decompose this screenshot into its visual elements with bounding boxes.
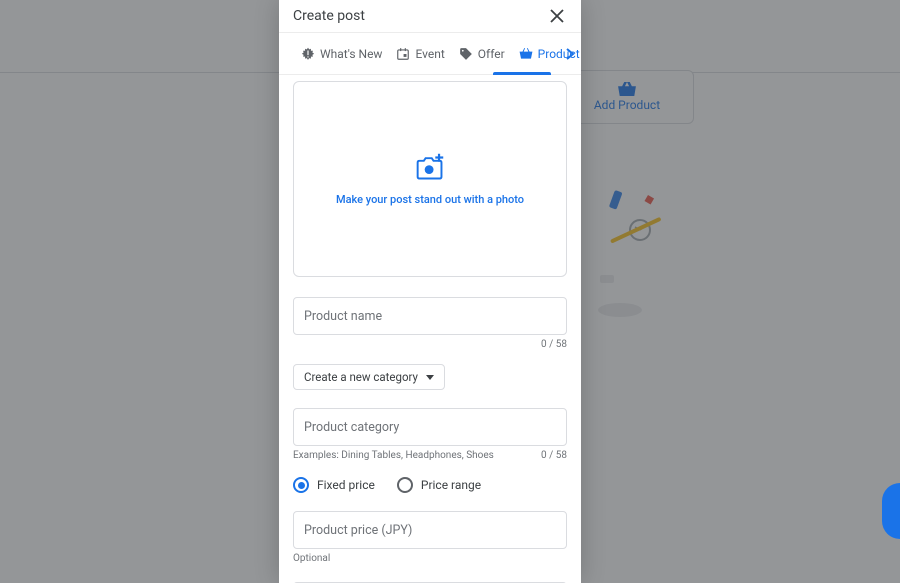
close-button[interactable] <box>547 6 567 26</box>
category-counter: 0 / 58 <box>541 450 567 461</box>
placeholder-text: Product category <box>304 420 399 435</box>
close-icon <box>550 9 564 23</box>
price-helper: Optional <box>293 553 567 564</box>
category-dropdown[interactable]: Create a new category <box>293 364 445 390</box>
optional-label: Optional <box>293 553 330 564</box>
radio-fixed-price[interactable]: Fixed price <box>293 477 375 493</box>
burst-icon <box>301 47 315 61</box>
radio-price-range[interactable]: Price range <box>397 477 481 493</box>
modal-header: Create post <box>279 0 581 33</box>
category-helper-row: Examples: Dining Tables, Headphones, Sho… <box>293 450 567 461</box>
tab-offer[interactable]: Offer <box>459 33 505 74</box>
radio-icon <box>293 477 309 493</box>
category-examples: Examples: Dining Tables, Headphones, Sho… <box>293 450 494 461</box>
calendar-icon <box>396 47 410 61</box>
camera-add-icon <box>415 153 445 181</box>
product-price-input[interactable]: Product price (JPY) <box>293 511 567 549</box>
tag-icon <box>459 47 473 61</box>
price-type-radios: Fixed price Price range <box>293 477 567 493</box>
floating-action-partial[interactable] <box>882 483 900 539</box>
placeholder-text: Product name <box>304 309 382 324</box>
chip-label: Create a new category <box>304 370 418 384</box>
product-category-input[interactable]: Product category <box>293 408 567 446</box>
basket-icon <box>519 47 533 61</box>
tab-label: Offer <box>478 47 505 61</box>
chevron-right-icon <box>565 47 575 61</box>
tab-label: Event <box>415 47 444 61</box>
radio-label: Price range <box>421 478 481 492</box>
tab-label: What's New <box>320 47 382 61</box>
modal-title: Create post <box>293 8 365 24</box>
tab-whats-new[interactable]: What's New <box>301 33 382 74</box>
tabs-scroll-right[interactable] <box>565 47 575 61</box>
radio-icon <box>397 477 413 493</box>
placeholder-text: Product price (JPY) <box>304 523 412 538</box>
product-name-counter: 0 / 58 <box>293 339 567 350</box>
post-type-tabs: What's New Event Offer Product <box>279 33 581 75</box>
create-post-modal: Create post What's New Event Offer Produ… <box>279 0 581 583</box>
add-photo-box[interactable]: Make your post stand out with a photo <box>293 81 567 277</box>
tab-event[interactable]: Event <box>396 33 444 74</box>
caret-down-icon <box>426 375 434 380</box>
photo-caption: Make your post stand out with a photo <box>336 193 524 206</box>
radio-label: Fixed price <box>317 478 375 492</box>
product-name-input[interactable]: Product name <box>293 297 567 335</box>
form-scroll-area[interactable]: Make your post stand out with a photo Pr… <box>279 75 581 583</box>
